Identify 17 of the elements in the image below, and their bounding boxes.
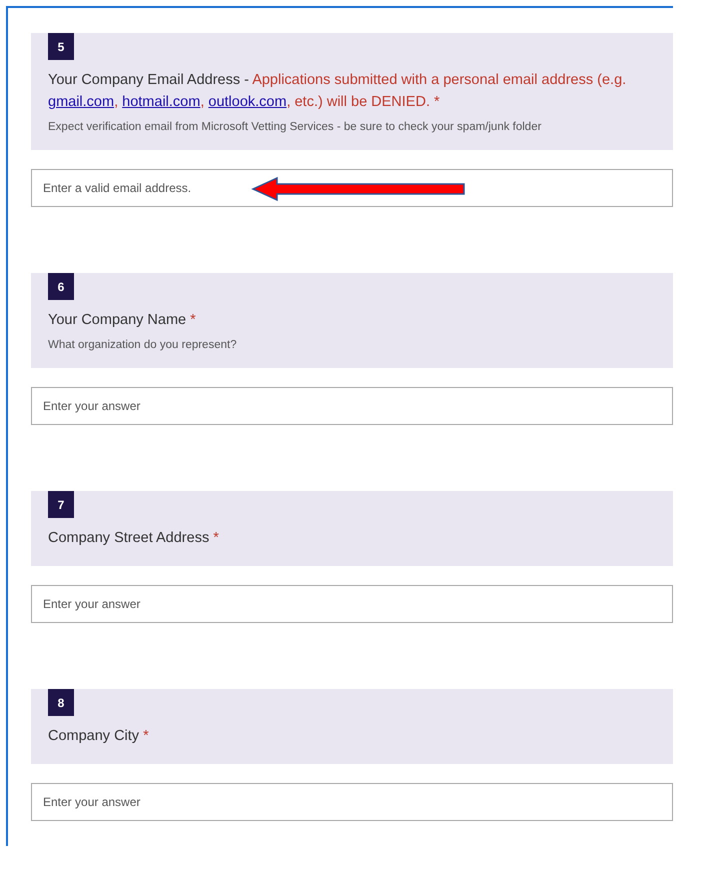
answer-field[interactable]: Enter your answer xyxy=(31,783,673,821)
question-subtitle: What organization do you represent? xyxy=(48,339,238,351)
question-number: 5 xyxy=(48,33,74,60)
answer-field[interactable]: Enter your answer xyxy=(31,387,673,425)
link[interactable]: outlook.com xyxy=(208,94,287,110)
answer-field[interactable]: Enter your answer xyxy=(31,585,673,623)
link[interactable]: hotmail.com xyxy=(122,94,200,110)
question-title: Your Company Email Address - Applications submitted with a personal email address (e.g. gmail.com, hotmail.com, outlook.com, etc.) will be DENIED. * xyxy=(48,71,628,112)
link[interactable]: gmail.com xyxy=(48,94,114,110)
question-number: 6 xyxy=(48,273,74,300)
question-title: Your Company Name * xyxy=(48,311,197,330)
answer-field[interactable]: Enter a valid email address. xyxy=(31,169,673,207)
question-subtitle: Expect verification email from Microsoft Vetting Services - be sure to check your spam/junk folder xyxy=(48,121,542,133)
question-title: Company City * xyxy=(48,727,150,746)
question-number: 8 xyxy=(48,689,74,716)
question-number: 7 xyxy=(48,491,74,518)
question-title: Company Street Address * xyxy=(48,529,220,548)
